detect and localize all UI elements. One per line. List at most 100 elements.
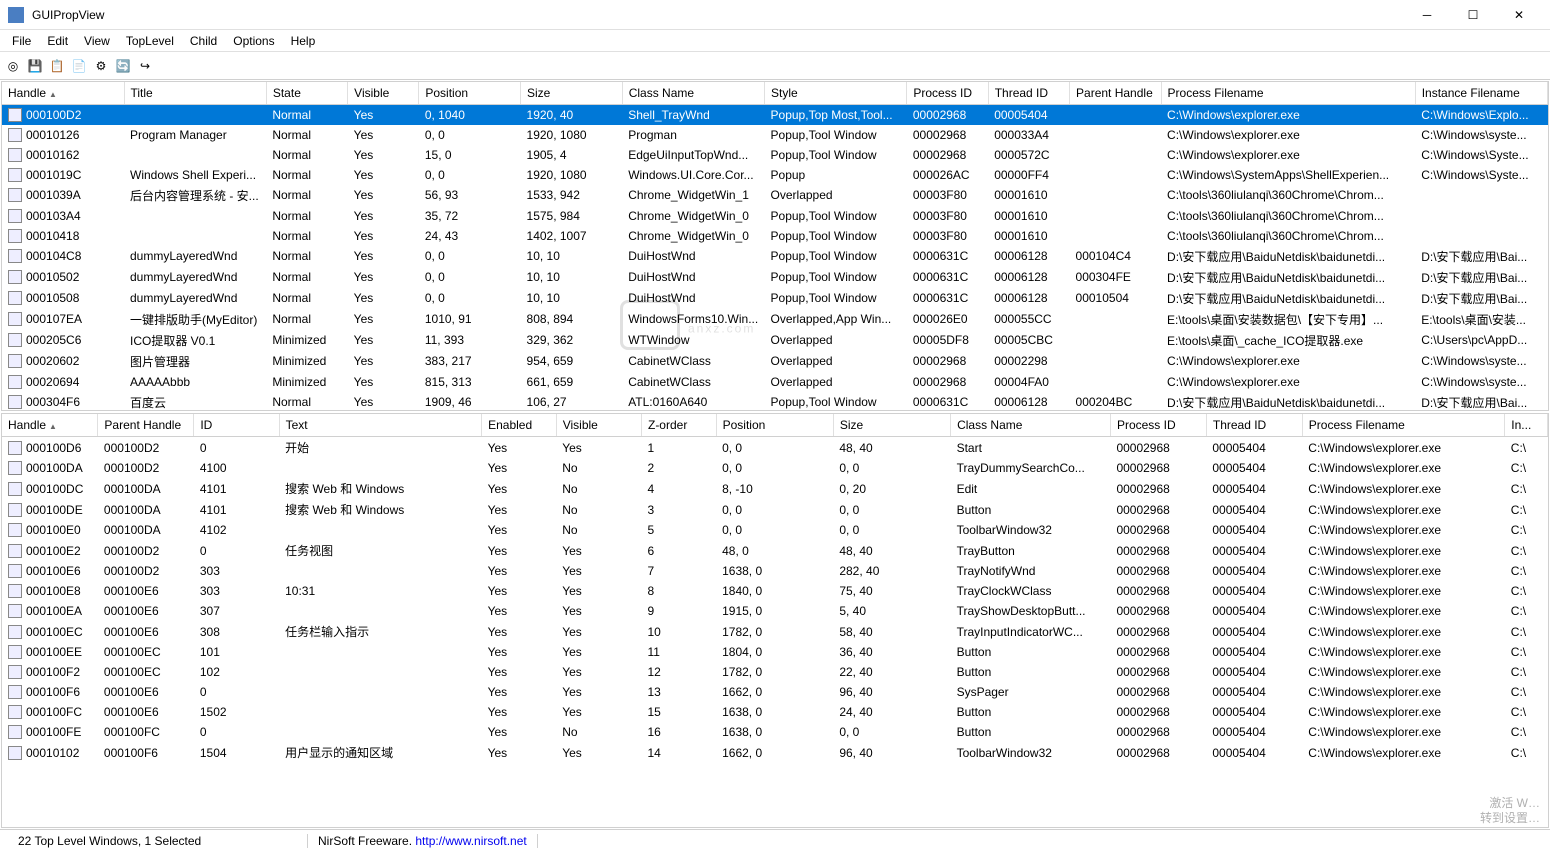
table-row[interactable]: 000100DE000100DA4101搜索 Web 和 WindowsYesN…	[2, 499, 1548, 520]
window-icon	[8, 564, 22, 578]
table-row[interactable]: 000103A4NormalYes35, 721575, 984Chrome_W…	[2, 206, 1548, 226]
window-icon	[8, 108, 22, 122]
column-header[interactable]: Z-order	[641, 414, 716, 437]
column-header[interactable]: Process Filename	[1161, 82, 1415, 105]
column-header[interactable]: Parent Handle	[1070, 82, 1162, 105]
column-header[interactable]: Visible	[556, 414, 641, 437]
column-header[interactable]: Instance Filename	[1415, 82, 1547, 105]
column-header[interactable]: Thread ID	[1206, 414, 1302, 437]
window-title: GUIPropView	[32, 8, 1404, 22]
refresh-icon[interactable]: 🔄	[114, 57, 132, 75]
column-header[interactable]: Class Name	[951, 414, 1111, 437]
table-row[interactable]: 000100DA000100D24100YesNo20, 00, 0TrayDu…	[2, 458, 1548, 478]
table-row[interactable]: 000100E6000100D2303YesYes71638, 0282, 40…	[2, 561, 1548, 581]
column-header[interactable]: State	[266, 82, 347, 105]
nirsoft-link[interactable]: http://www.nirsoft.net	[415, 834, 526, 848]
statusbar: 22 Top Level Windows, 1 Selected NirSoft…	[0, 829, 1550, 851]
table-row[interactable]: 00020602图片管理器MinimizedYes383, 217954, 65…	[2, 351, 1548, 372]
table-row[interactable]: 000304F6百度云NormalYes1909, 46106, 27ATL:0…	[2, 392, 1548, 412]
table-row[interactable]: 000100D6000100D20开始YesYes10, 048, 40Star…	[2, 437, 1548, 459]
column-header[interactable]: Position	[716, 414, 833, 437]
status-count: 22 Top Level Windows, 1 Selected	[8, 834, 308, 848]
table-row[interactable]: 000100EC000100E6308任务栏输入指示YesYes101782, …	[2, 621, 1548, 642]
column-header[interactable]: Handle▲	[2, 414, 98, 437]
menu-options[interactable]: Options	[225, 32, 282, 50]
window-icon	[8, 249, 22, 263]
column-header[interactable]: ID	[194, 414, 279, 437]
table-row[interactable]: 000100FE000100FC0YesNo161638, 00, 0Butto…	[2, 722, 1548, 742]
window-icon	[8, 291, 22, 305]
table-row[interactable]: 000100F2000100EC102YesYes121782, 022, 40…	[2, 662, 1548, 682]
column-header[interactable]: Position	[419, 82, 521, 105]
column-header[interactable]: Handle▲	[2, 82, 124, 105]
table-row[interactable]: 00010508dummyLayeredWndNormalYes0, 010, …	[2, 288, 1548, 309]
child-windows-table: Handle▲Parent HandleIDTextEnabledVisible…	[2, 414, 1548, 763]
table-row[interactable]: 00010502dummyLayeredWndNormalYes0, 010, …	[2, 267, 1548, 288]
window-icon	[8, 503, 22, 517]
table-row[interactable]: 00010162NormalYes15, 01905, 4EdgeUiInput…	[2, 145, 1548, 165]
window-icon	[8, 725, 22, 739]
options-icon[interactable]: ⚙	[92, 57, 110, 75]
table-row[interactable]: 000100EE000100EC101YesYes111804, 036, 40…	[2, 642, 1548, 662]
column-header[interactable]: Size	[833, 414, 950, 437]
column-header[interactable]: Process ID	[907, 82, 988, 105]
window-icon	[8, 168, 22, 182]
table-row[interactable]: 000100D2NormalYes0, 10401920, 40Shell_Tr…	[2, 105, 1548, 125]
window-icon	[8, 645, 22, 659]
menu-toplevel[interactable]: TopLevel	[118, 32, 182, 50]
top-level-table: Handle▲TitleStateVisiblePositionSizeClas…	[2, 82, 1548, 411]
column-header[interactable]: Thread ID	[988, 82, 1069, 105]
window-icon	[8, 665, 22, 679]
table-row[interactable]: 000104C8dummyLayeredWndNormalYes0, 010, …	[2, 246, 1548, 267]
close-button[interactable]: ✕	[1496, 0, 1542, 30]
table-row[interactable]: 000100E0000100DA4102YesNo50, 00, 0Toolba…	[2, 520, 1548, 540]
top-level-pane[interactable]: Handle▲TitleStateVisiblePositionSizeClas…	[1, 81, 1549, 411]
column-header[interactable]: In...	[1505, 414, 1548, 437]
maximize-button[interactable]: ☐	[1450, 0, 1496, 30]
menu-help[interactable]: Help	[283, 32, 324, 50]
child-windows-pane[interactable]: Handle▲Parent HandleIDTextEnabledVisible…	[1, 413, 1549, 828]
column-header[interactable]: Process ID	[1110, 414, 1206, 437]
table-row[interactable]: 0001019CWindows Shell Experi...NormalYes…	[2, 165, 1548, 185]
table-row[interactable]: 0001039A后台内容管理系统 - 安...NormalYes56, 9315…	[2, 185, 1548, 206]
column-header[interactable]: Class Name	[622, 82, 764, 105]
save-icon[interactable]: 💾	[26, 57, 44, 75]
table-row[interactable]: 000100F6000100E60YesYes131662, 096, 40Sy…	[2, 682, 1548, 702]
exit-icon[interactable]: ↪	[136, 57, 154, 75]
target-icon[interactable]: ◎	[4, 57, 22, 75]
window-icon	[8, 482, 22, 496]
window-icon	[8, 209, 22, 223]
minimize-button[interactable]: ─	[1404, 0, 1450, 30]
menu-file[interactable]: File	[4, 32, 39, 50]
column-header[interactable]: Parent Handle	[98, 414, 194, 437]
column-header[interactable]: Visible	[348, 82, 419, 105]
window-icon	[8, 270, 22, 284]
column-header[interactable]: Text	[279, 414, 482, 437]
table-row[interactable]: 000205C6ICO提取器 V0.1MinimizedYes11, 39332…	[2, 330, 1548, 351]
table-row[interactable]: 00020694AAAAAbbbMinimizedYes815, 313661,…	[2, 372, 1548, 392]
table-row[interactable]: 000107EA一键排版助手(MyEditor)NormalYes1010, 9…	[2, 309, 1548, 330]
window-icon	[8, 188, 22, 202]
column-header[interactable]: Title	[124, 82, 266, 105]
window-icon	[8, 375, 22, 389]
column-header[interactable]: Enabled	[482, 414, 557, 437]
column-header[interactable]: Style	[765, 82, 907, 105]
table-row[interactable]: 00010102000100F61504用户显示的通知区域YesYes14166…	[2, 742, 1548, 763]
menubar: FileEditViewTopLevelChildOptionsHelp	[0, 30, 1550, 52]
table-row[interactable]: 000100E2000100D20任务视图YesYes648, 048, 40T…	[2, 540, 1548, 561]
menu-edit[interactable]: Edit	[39, 32, 76, 50]
menu-view[interactable]: View	[76, 32, 118, 50]
table-row[interactable]: 000100E8000100E630310:31YesYes81840, 075…	[2, 581, 1548, 601]
menu-child[interactable]: Child	[182, 32, 225, 50]
copy-icon[interactable]: 📋	[48, 57, 66, 75]
table-row[interactable]: 00010126Program ManagerNormalYes0, 01920…	[2, 125, 1548, 145]
properties-icon[interactable]: 📄	[70, 57, 88, 75]
table-row[interactable]: 000100FC000100E61502YesYes151638, 024, 4…	[2, 702, 1548, 722]
table-row[interactable]: 00010418NormalYes24, 431402, 1007Chrome_…	[2, 226, 1548, 246]
window-icon	[8, 229, 22, 243]
table-row[interactable]: 000100EA000100E6307YesYes91915, 05, 40Tr…	[2, 601, 1548, 621]
window-icon	[8, 148, 22, 162]
column-header[interactable]: Process Filename	[1302, 414, 1505, 437]
column-header[interactable]: Size	[521, 82, 623, 105]
table-row[interactable]: 000100DC000100DA4101搜索 Web 和 WindowsYesN…	[2, 478, 1548, 499]
